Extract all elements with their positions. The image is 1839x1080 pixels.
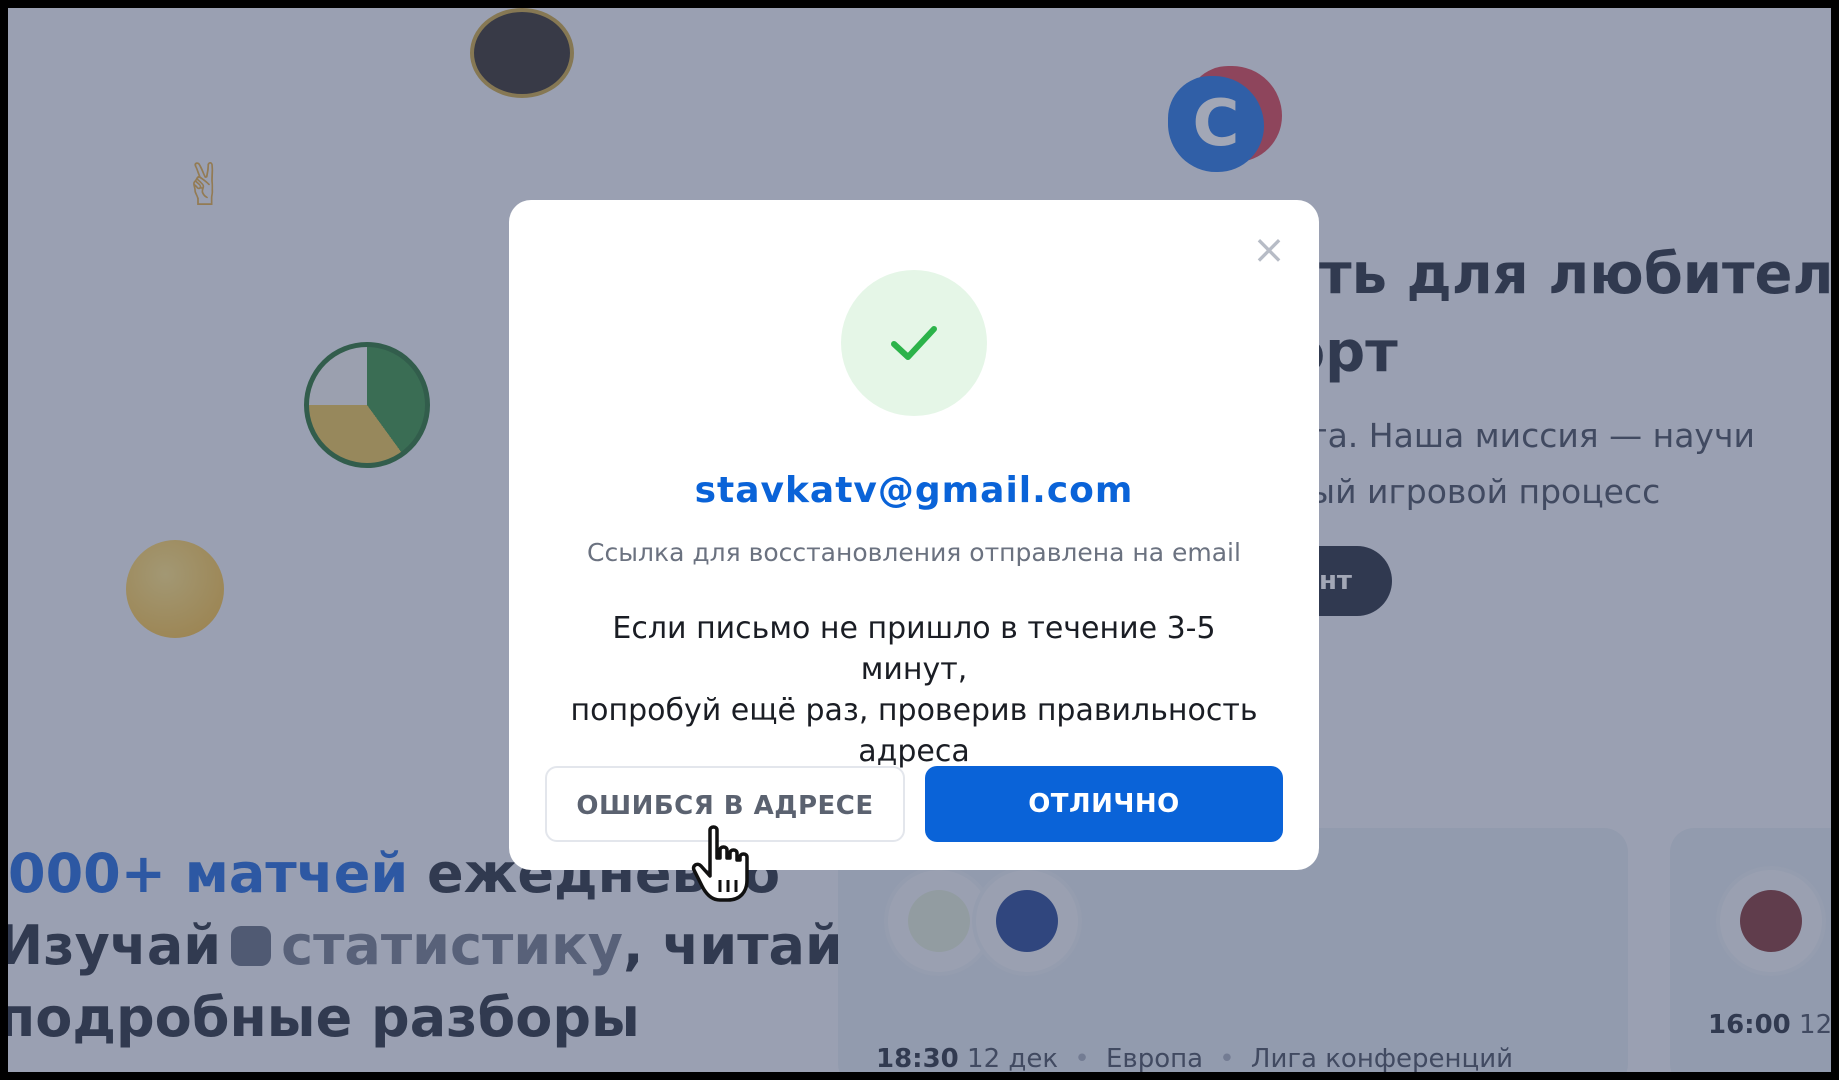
instructions-line2: попробуй ещё раз, проверив правильность	[570, 693, 1258, 728]
app-frame: C ✌ сеть для любителе порт тинга. Наша м…	[8, 8, 1831, 1072]
password-reset-dialog: × stavkatv@gmail.com Ссылка для восстано…	[509, 200, 1319, 870]
close-icon[interactable]: ×	[1247, 228, 1291, 272]
instructions-line1: Если письмо не пришло в течение 3-5 мину…	[612, 611, 1216, 687]
hand-pointer-icon	[691, 825, 749, 902]
ok-button[interactable]: ОТЛИЧНО	[925, 766, 1283, 842]
reset-link-sent-note: Ссылка для восстановления отправлена на …	[587, 538, 1241, 567]
checkmark-icon	[891, 326, 937, 360]
email-address: stavkatv@gmail.com	[694, 470, 1134, 511]
retry-instructions: Если письмо не пришло в течение 3-5 мину…	[564, 608, 1264, 772]
success-indicator	[841, 270, 987, 416]
